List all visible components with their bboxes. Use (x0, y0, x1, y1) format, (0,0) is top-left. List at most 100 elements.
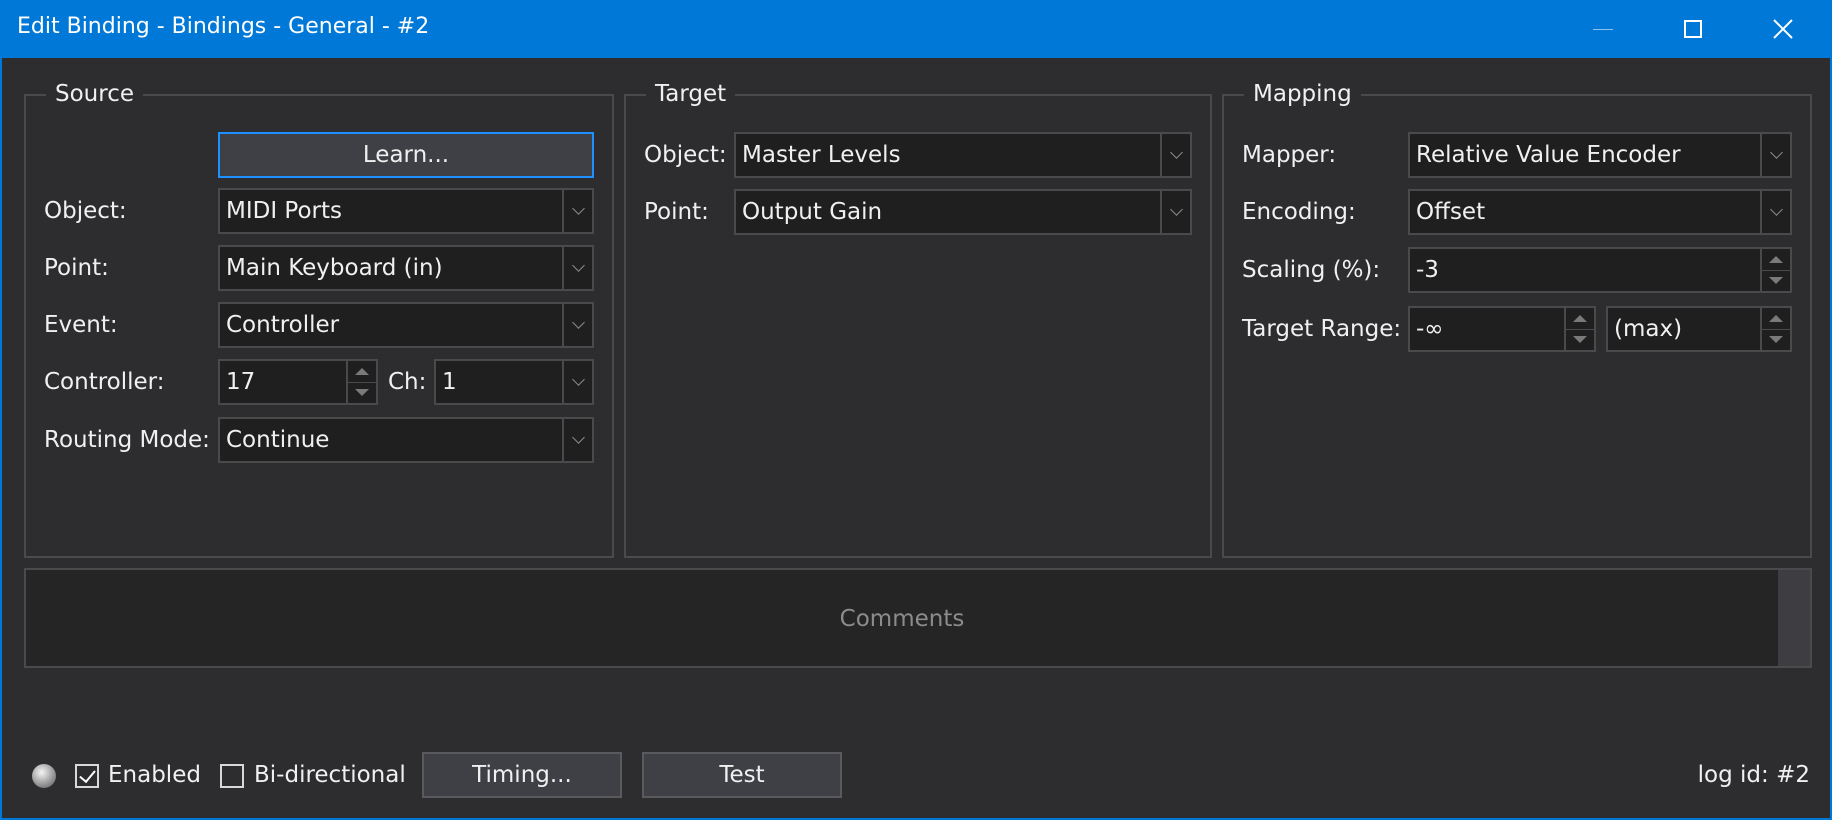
range-max-stepper[interactable]: (max) (1606, 306, 1792, 352)
maximize-button[interactable] (1648, 0, 1738, 58)
range-min-stepper[interactable]: -∞ (1408, 306, 1596, 352)
channel-select[interactable]: 1 (434, 359, 594, 405)
channel-label: Ch: (388, 369, 427, 395)
range-min-spinner (1564, 308, 1594, 350)
chevron-down-icon (1769, 146, 1783, 159)
range-min-value: -∞ (1416, 316, 1444, 342)
enabled-checkbox[interactable] (75, 764, 99, 788)
checkmark-icon (79, 765, 96, 784)
dropdown-button[interactable] (562, 304, 592, 346)
routing-mode-value: Continue (226, 427, 330, 453)
chevron-down-icon (1169, 203, 1183, 216)
spin-down-button[interactable] (348, 382, 376, 403)
chevron-down-icon (571, 259, 585, 272)
chevron-down-icon (1769, 203, 1783, 216)
dropdown-button[interactable] (1160, 134, 1190, 176)
target-point-value: Output Gain (742, 199, 883, 225)
comments-scrollbar[interactable] (1778, 570, 1810, 666)
mapper-value: Relative Value Encoder (1416, 142, 1681, 168)
event-select[interactable]: Controller (218, 302, 594, 348)
target-object-value: Master Levels (742, 142, 901, 168)
mapping-legend: Mapping (1244, 81, 1361, 107)
dropdown-button[interactable] (1760, 134, 1790, 176)
chevron-down-icon (571, 431, 585, 444)
controller-stepper[interactable]: 17 (218, 359, 378, 405)
routing-mode-select[interactable]: Continue (218, 417, 594, 463)
enabled-label[interactable]: Enabled (108, 762, 201, 788)
arrow-up-icon (1573, 315, 1587, 322)
arrow-up-icon (1769, 256, 1783, 263)
bidirectional-label[interactable]: Bi-directional (254, 762, 406, 788)
status-led-icon (32, 764, 56, 788)
arrow-down-icon (1769, 336, 1783, 343)
spin-up-button[interactable] (1762, 308, 1790, 330)
source-legend: Source (46, 81, 143, 107)
timing-button[interactable]: Timing... (422, 752, 622, 798)
controller-value: 17 (226, 369, 256, 395)
dropdown-button[interactable] (562, 247, 592, 289)
arrow-up-icon (355, 368, 369, 375)
source-point-select[interactable]: Main Keyboard (in) (218, 245, 594, 291)
target-group: Target Object: Master Levels Point: Outp… (624, 81, 1212, 558)
controller-spinner (346, 361, 376, 403)
encoding-select[interactable]: Offset (1408, 189, 1792, 235)
target-range-label: Target Range: (1242, 316, 1402, 342)
scaling-spinner (1760, 249, 1790, 291)
dropdown-button[interactable] (1760, 191, 1790, 233)
target-point-label: Point: (644, 199, 709, 225)
arrow-down-icon (355, 389, 369, 396)
source-object-label: Object: (44, 198, 127, 224)
edit-binding-window: Edit Binding - Bindings - General - #2 S… (0, 0, 1832, 820)
minimize-button[interactable] (1558, 0, 1648, 58)
window-title: Edit Binding - Bindings - General - #2 (17, 14, 430, 39)
source-point-label: Point: (44, 255, 109, 281)
scaling-label: Scaling (%): (1242, 257, 1381, 283)
target-object-label: Object: (644, 142, 727, 168)
maximize-icon (1684, 20, 1702, 38)
target-object-select[interactable]: Master Levels (734, 132, 1192, 178)
spin-up-button[interactable] (1762, 249, 1790, 271)
source-object-value: MIDI Ports (226, 198, 343, 224)
learn-button[interactable]: Learn... (218, 132, 594, 178)
close-button[interactable] (1738, 0, 1828, 58)
arrow-down-icon (1769, 277, 1783, 284)
dropdown-button[interactable] (562, 361, 592, 403)
scaling-stepper[interactable]: -3 (1408, 247, 1792, 293)
dropdown-button[interactable] (562, 419, 592, 461)
encoding-label: Encoding: (1242, 199, 1356, 225)
spin-up-button[interactable] (348, 361, 376, 383)
chevron-down-icon (1169, 146, 1183, 159)
comments-textarea[interactable]: Comments (24, 568, 1812, 668)
mapper-label: Mapper: (1242, 142, 1337, 168)
event-value: Controller (226, 312, 340, 338)
controller-label: Controller: (44, 369, 165, 395)
arrow-up-icon (1769, 315, 1783, 322)
bidirectional-checkbox[interactable] (220, 764, 244, 788)
range-max-value: (max) (1614, 316, 1683, 342)
source-object-select[interactable]: MIDI Ports (218, 188, 594, 234)
routing-mode-label: Routing Mode: (44, 427, 210, 453)
chevron-down-icon (571, 202, 585, 215)
log-id-text: log id: #2 (1697, 762, 1810, 788)
spin-down-button[interactable] (1566, 329, 1594, 350)
spin-up-button[interactable] (1566, 308, 1594, 330)
target-point-select[interactable]: Output Gain (734, 189, 1192, 235)
event-label: Event: (44, 312, 118, 338)
source-group: Source Learn... Object: MIDI Ports Point… (24, 81, 614, 558)
spin-down-button[interactable] (1762, 270, 1790, 291)
range-max-spinner (1760, 308, 1790, 350)
close-icon (1773, 19, 1793, 39)
source-point-value: Main Keyboard (in) (226, 255, 443, 281)
dropdown-button[interactable] (1160, 191, 1190, 233)
mapper-select[interactable]: Relative Value Encoder (1408, 132, 1792, 178)
minimize-icon (1593, 28, 1613, 30)
title-bar[interactable]: Edit Binding - Bindings - General - #2 (2, 0, 1832, 58)
chevron-down-icon (571, 373, 585, 386)
dropdown-button[interactable] (562, 190, 592, 232)
spin-down-button[interactable] (1762, 329, 1790, 350)
encoding-value: Offset (1416, 199, 1486, 225)
scaling-value: -3 (1416, 257, 1439, 283)
arrow-down-icon (1573, 336, 1587, 343)
target-legend: Target (646, 81, 736, 107)
test-button[interactable]: Test (642, 752, 842, 798)
